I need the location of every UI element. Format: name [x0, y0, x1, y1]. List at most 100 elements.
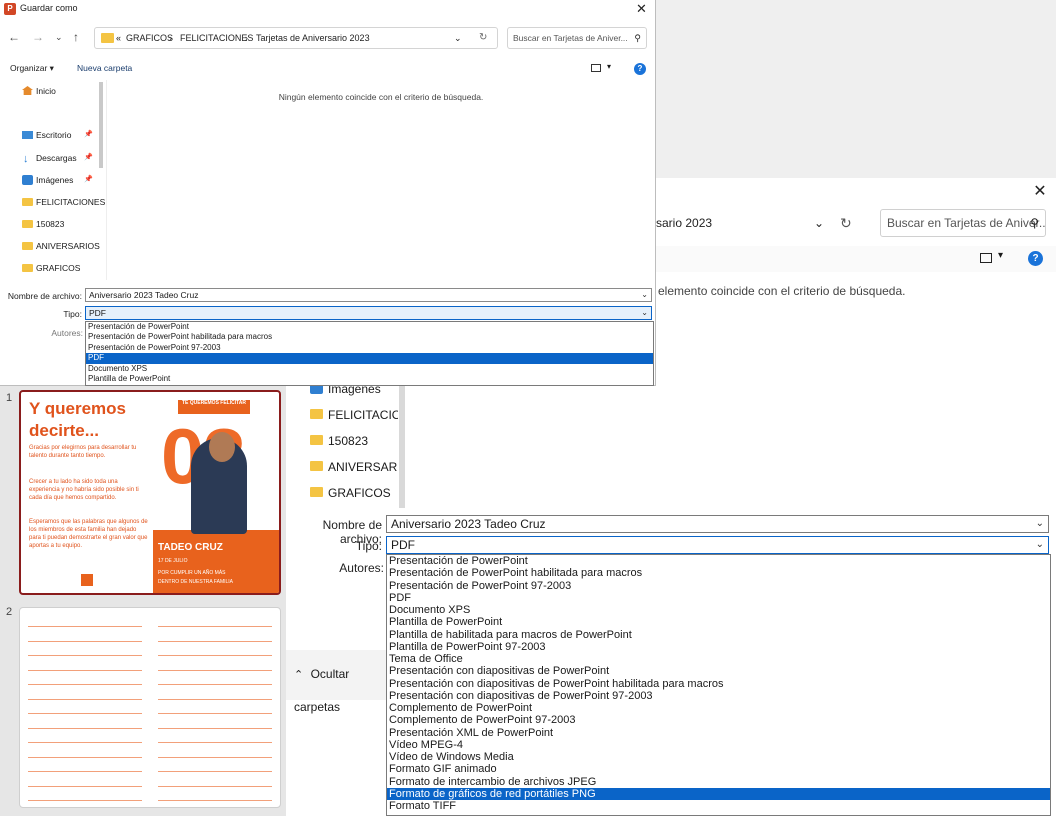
chevron-down-icon[interactable]: ⌄ [1036, 516, 1044, 532]
forward-button[interactable]: → [32, 30, 44, 44]
type-option[interactable]: Vídeo MPEG-4 [387, 739, 1050, 751]
type-option[interactable]: Formato de gráficos de red portátiles PN… [387, 787, 1050, 800]
type-option[interactable]: Presentación con diapositivas de PowerPo… [387, 690, 1050, 702]
sidebar-item[interactable]: GRAFICOS [310, 480, 391, 506]
breadcrumb[interactable]: FELICITACIONES [180, 28, 253, 48]
chevron-down-icon[interactable]: ⌄ [814, 210, 824, 236]
up-button[interactable]: ↑ [73, 30, 79, 44]
type-option[interactable]: Presentación de PowerPoint habilitada pa… [86, 332, 653, 342]
type-option[interactable]: Tema de Office [387, 653, 1050, 665]
chevron-down-icon[interactable]: ⌄ [641, 307, 648, 319]
search-input[interactable]: Buscar en Tarjetas de Aniver... ⚲ [507, 27, 647, 49]
type-option[interactable]: Presentación de PowerPoint habilitada pa… [387, 567, 1050, 579]
type-option[interactable]: Presentación de PowerPoint [387, 555, 1050, 567]
close-icon[interactable]: ✕ [1030, 182, 1050, 202]
type-option[interactable]: PDF [86, 353, 653, 364]
hide-folders-button[interactable]: ⌃ Ocultar carpetas [286, 658, 386, 714]
sidebar-item-label: ANIVERSARIOS [328, 460, 398, 474]
chevron-down-icon[interactable]: ⌄ [641, 289, 648, 301]
type-option[interactable]: Plantilla de PowerPoint 97-2003 [387, 641, 1050, 653]
sidebar-item[interactable]: 150823 [22, 216, 64, 232]
view-icon[interactable] [980, 253, 992, 263]
type-select[interactable]: PDF ⌄ [386, 536, 1049, 554]
chevron-down-icon[interactable]: ▾ [607, 62, 611, 71]
type-option[interactable]: Presentación de PowerPoint 97-2003 [387, 580, 1050, 592]
slide-thumbnail-1[interactable]: Y queremos decirte... Gracias por elegir… [19, 390, 281, 595]
slide-rule-line [28, 669, 142, 671]
breadcrumb[interactable]: Tarjetas de Aniversario 2023 [256, 28, 370, 48]
type-label: Tipo: [63, 309, 82, 319]
sidebar-item-label: 150823 [36, 219, 65, 229]
sidebar-item[interactable]: 150823 [310, 428, 368, 454]
sidebar-item[interactable]: FELICITACIONES [310, 402, 398, 428]
pin-icon[interactable]: 📌 [84, 175, 93, 183]
sidebar-item[interactable]: ↓ Descargas [22, 150, 77, 166]
close-icon[interactable]: ✕ [636, 1, 647, 17]
chevron-down-icon[interactable]: ⌄ [1036, 537, 1044, 553]
sidebar-item-label: GRAFICOS [328, 486, 391, 500]
sidebar-item[interactable]: Inicio [22, 83, 56, 99]
sidebar-item[interactable]: ANIVERSARIOS [22, 238, 100, 254]
caption-text: DENTRO DE NUESTRA FAMILIA [158, 579, 234, 585]
chevron-up-icon: ⌃ [294, 669, 304, 681]
type-option[interactable]: Presentación de PowerPoint 97-2003 [86, 343, 653, 353]
scrollbar[interactable] [99, 82, 103, 168]
sidebar-item[interactable]: Imágenes [22, 172, 73, 188]
refresh-icon[interactable]: ↻ [479, 28, 487, 48]
folder-icon [22, 198, 33, 206]
pin-icon[interactable]: 📌 [84, 153, 93, 161]
file-list[interactable] [106, 80, 656, 280]
filename-field[interactable]: Aniversario 2023 Tadeo Cruz ⌄ [386, 515, 1049, 533]
type-option[interactable]: Documento XPS [86, 364, 653, 374]
type-option[interactable]: Complemento de PowerPoint [387, 702, 1050, 714]
type-option[interactable]: Presentación XML de PowerPoint [387, 727, 1050, 739]
type-option[interactable]: Presentación de PowerPoint [86, 322, 653, 332]
new-folder-button[interactable]: Nueva carpeta [77, 63, 132, 73]
back-button[interactable]: ← [8, 30, 20, 44]
type-option[interactable]: Presentación con diapositivas de PowerPo… [387, 665, 1050, 677]
type-option[interactable]: Plantilla de PowerPoint [86, 374, 653, 384]
address-bar[interactable]: rsario 2023 ⌄ ↻ [652, 210, 862, 236]
sidebar-item-label: GRAFICOS [36, 263, 81, 273]
address-bar[interactable]: « GRAFICOS › FELICITACIONES › Tarjetas d… [94, 27, 498, 49]
folder-icon [310, 435, 323, 445]
organize-button[interactable]: Organizar ▾ [10, 63, 54, 74]
chevron-down-icon[interactable]: ⌄ [454, 28, 462, 48]
breadcrumb-separator[interactable]: › [169, 28, 172, 48]
recent-locations-button[interactable]: ⌄ [55, 32, 63, 43]
breadcrumb[interactable]: GRAFICOS [126, 28, 173, 48]
sidebar-item[interactable]: GRAFICOS [22, 260, 80, 276]
view-icon[interactable] [591, 64, 601, 72]
type-option[interactable]: Presentación con diapositivas de PowerPo… [387, 678, 1050, 690]
filename-label: Nombre de archivo: [7, 291, 82, 301]
filename-field[interactable]: Aniversario 2023 Tadeo Cruz ⌄ [85, 288, 652, 302]
chevron-down-icon[interactable]: ▾ [998, 250, 1003, 261]
type-option[interactable]: Documento XPS [387, 604, 1050, 616]
type-value: PDF [391, 538, 415, 552]
type-option[interactable]: Vídeo de Windows Media [387, 751, 1050, 763]
caption-text: POR CUMPLIR UN AÑO MÁS [158, 570, 226, 576]
refresh-icon[interactable]: ↻ [840, 210, 852, 236]
slide-thumbnail-2[interactable] [19, 607, 281, 808]
help-icon[interactable]: ? [1028, 251, 1043, 266]
type-option[interactable]: Formato de intercambio de archivos JPEG [387, 776, 1050, 788]
search-input[interactable]: Buscar en Tarjetas de Aniver... ⚲ [880, 209, 1046, 237]
pin-icon[interactable]: 📌 [84, 130, 93, 138]
type-option[interactable]: Formato TIFF [387, 800, 1050, 812]
type-option[interactable]: PDF [387, 592, 1050, 604]
type-option[interactable]: Plantilla de habilitada para macros de P… [86, 384, 653, 385]
type-option[interactable]: Plantilla de habilitada para macros de P… [387, 629, 1050, 641]
scrollbar[interactable] [399, 378, 405, 508]
type-option[interactable]: Plantilla de PowerPoint [387, 616, 1050, 628]
slide-rule-line [28, 698, 142, 700]
sidebar-item[interactable]: ANIVERSARIOS [310, 454, 398, 480]
type-select[interactable]: PDF ⌄ [85, 306, 652, 320]
desktop-icon [22, 131, 33, 139]
sidebar-item[interactable]: FELICITACIONES [22, 194, 105, 210]
breadcrumb-overflow[interactable]: « [116, 28, 121, 48]
type-option[interactable]: Complemento de PowerPoint 97-2003 [387, 714, 1050, 726]
help-icon[interactable]: ? [634, 63, 646, 75]
sidebar-item[interactable]: Escritorio [22, 127, 71, 143]
type-option[interactable]: Formato GIF animado [387, 763, 1050, 775]
breadcrumb-separator[interactable]: › [245, 28, 248, 48]
